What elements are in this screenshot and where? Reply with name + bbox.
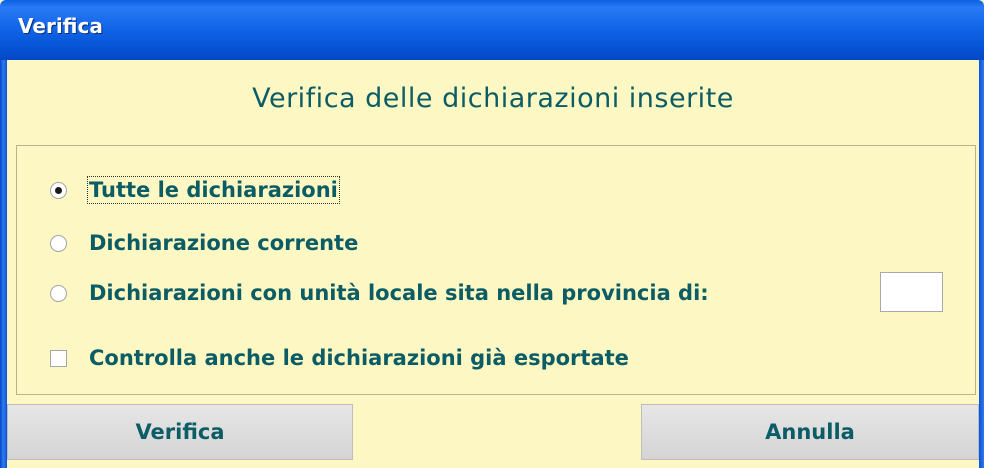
window-frame-right: [979, 60, 984, 468]
radio-all-declarations[interactable]: [50, 181, 67, 199]
title-bar[interactable]: Verifica: [0, 0, 984, 60]
checkbox-exported-declarations[interactable]: [50, 349, 67, 367]
option-all-declarations-label: Tutte le dichiarazioni: [87, 176, 340, 204]
option-current-declaration-label: Dichiarazione corrente: [89, 231, 359, 255]
cancel-button[interactable]: Annulla: [641, 404, 979, 460]
radio-province-declarations[interactable]: [50, 284, 67, 302]
dialog-heading: Verifica delle dichiarazioni inserite: [252, 82, 734, 114]
option-all-declarations[interactable]: Tutte le dichiarazioni: [50, 176, 340, 204]
option-current-declaration[interactable]: Dichiarazione corrente: [50, 231, 358, 255]
window-title: Verifica: [18, 14, 103, 38]
province-input[interactable]: [880, 272, 943, 312]
check-exported-declarations[interactable]: Controlla anche le dichiarazioni già esp…: [50, 346, 629, 370]
radio-current-declaration[interactable]: [50, 234, 67, 252]
verify-button[interactable]: Verifica: [7, 404, 353, 460]
check-exported-declarations-label: Controlla anche le dichiarazioni già esp…: [89, 346, 629, 370]
window-frame-left: [0, 60, 7, 468]
option-province-declarations[interactable]: Dichiarazioni con unità locale sita nell…: [50, 281, 709, 305]
verify-dialog: Verifica Verifica delle dichiarazioni in…: [0, 0, 984, 468]
option-province-declarations-label: Dichiarazioni con unità locale sita nell…: [89, 281, 709, 305]
